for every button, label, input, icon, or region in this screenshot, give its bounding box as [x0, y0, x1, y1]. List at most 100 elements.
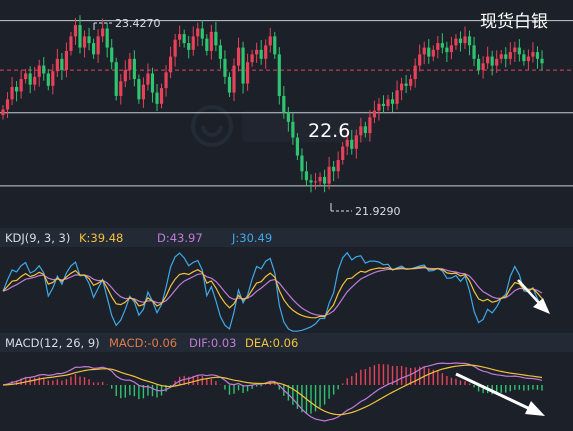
- candle-body: [241, 47, 245, 84]
- candle: [96, 29, 100, 63]
- candle: [73, 17, 78, 45]
- candle-body: [227, 76, 232, 93]
- kdj-j-line: [2, 251, 543, 332]
- candle: [381, 95, 386, 114]
- candle: [255, 42, 259, 63]
- candle-body: [128, 58, 132, 71]
- candle: [69, 31, 73, 56]
- chart-title: 现货白银: [480, 12, 548, 32]
- candle: [1, 104, 5, 120]
- candle-body: [404, 83, 408, 86]
- candle: [42, 57, 46, 81]
- high-label: 23.4270: [115, 17, 161, 30]
- candle: [200, 19, 204, 46]
- candle-body: [277, 54, 281, 96]
- candle: [522, 49, 526, 66]
- candle: [245, 53, 250, 91]
- candle: [37, 59, 41, 87]
- candle-body: [73, 25, 78, 37]
- candle-body: [123, 70, 127, 82]
- candle-body: [445, 47, 449, 53]
- candle: [404, 75, 408, 94]
- candle-body: [395, 90, 399, 104]
- candle-body: [300, 155, 304, 172]
- candle: [250, 49, 254, 67]
- candle-body: [69, 36, 73, 51]
- candle-body: [196, 28, 200, 37]
- candle: [259, 39, 263, 65]
- candle-body: [178, 34, 182, 40]
- chart-svg: 现货白银 22.6 23.4270 21.9290 KDJ(9, 3, 3) K…: [0, 12, 573, 422]
- candle-body: [64, 50, 69, 71]
- candle-body: [313, 181, 318, 183]
- candle: [409, 74, 413, 91]
- candle: [110, 39, 114, 70]
- candle: [386, 94, 390, 111]
- candle-body: [377, 103, 381, 111]
- candle: [159, 83, 164, 109]
- candle-body: [341, 146, 345, 161]
- high-annotation: 23.4270: [93, 17, 161, 30]
- candle-body: [422, 47, 426, 55]
- candle: [223, 50, 227, 85]
- kdj-d-label: D:43.97: [157, 231, 203, 245]
- candle: [313, 172, 318, 190]
- candle-body: [146, 73, 150, 85]
- candle: [304, 161, 309, 187]
- candle-body: [168, 56, 173, 73]
- macd-lines: [2, 362, 543, 422]
- candle: [14, 81, 19, 102]
- candle: [19, 70, 23, 99]
- kdj-k-line: [2, 266, 543, 319]
- candle: [517, 39, 521, 62]
- candle: [399, 77, 404, 101]
- candle-body: [368, 117, 372, 134]
- candle-body: [60, 58, 64, 71]
- candle: [513, 41, 517, 62]
- candle-body: [359, 126, 363, 136]
- candle-body: [413, 65, 417, 80]
- candle: [322, 169, 327, 193]
- candle: [132, 50, 136, 87]
- candle-body: [399, 83, 404, 91]
- candle: [168, 46, 173, 79]
- candle: [395, 80, 399, 110]
- center-price-label: 22.6: [308, 120, 350, 142]
- candle-body: [372, 110, 377, 118]
- candle-body: [55, 58, 59, 72]
- candle-body: [495, 58, 499, 66]
- candle: [146, 63, 150, 91]
- candle-body: [250, 54, 254, 63]
- candle-body: [96, 36, 100, 55]
- candle: [341, 142, 345, 165]
- candle-body: [10, 86, 14, 100]
- candle-body: [273, 36, 277, 55]
- candle-body: [164, 72, 168, 89]
- low-label: 21.9290: [355, 205, 401, 218]
- candle-body: [264, 45, 268, 59]
- candle: [227, 72, 232, 98]
- candle: [463, 26, 467, 49]
- candle: [218, 39, 223, 69]
- candle-body: [159, 88, 164, 104]
- candle-body: [526, 56, 531, 62]
- candle-body: [531, 52, 535, 57]
- candle-body: [295, 137, 300, 156]
- macd-title: MACD(12, 26, 9): [5, 336, 100, 350]
- candle: [178, 25, 182, 47]
- candle: [277, 47, 281, 105]
- candle: [481, 56, 485, 79]
- candle-body: [236, 47, 241, 66]
- candle-body: [449, 45, 454, 53]
- candle-body: [286, 112, 290, 122]
- candle-body: [214, 31, 218, 46]
- candle: [82, 30, 87, 58]
- candle-body: [409, 79, 413, 86]
- candle: [60, 52, 64, 80]
- macd-header: MACD(12, 26, 9) MACD:-0.06 DIF:0.03 DEA:…: [0, 333, 573, 352]
- candle-body: [114, 62, 118, 96]
- candle-body: [51, 71, 55, 86]
- macd-dea-label: DEA:0.06: [245, 336, 298, 350]
- candle-body: [513, 47, 517, 53]
- candle-body: [381, 103, 386, 107]
